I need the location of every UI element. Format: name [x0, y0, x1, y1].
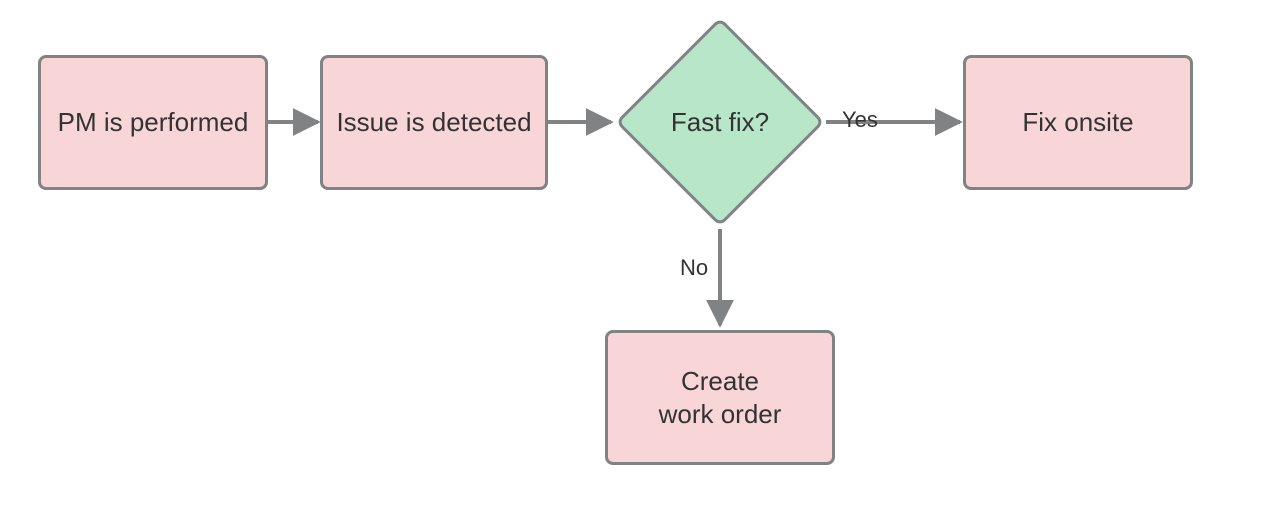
- node-label: Fast fix?: [671, 107, 769, 138]
- node-fix-onsite: Fix onsite: [963, 55, 1193, 190]
- node-create-work-order: Create work order: [605, 330, 835, 465]
- node-label: PM is performed: [58, 106, 249, 139]
- node-label: Issue is detected: [336, 106, 531, 139]
- node-label: Fix onsite: [1022, 106, 1133, 139]
- node-pm-performed: PM is performed: [38, 55, 268, 190]
- node-issue-detected: Issue is detected: [320, 55, 548, 190]
- edge-label-no: No: [680, 255, 708, 281]
- node-decision-fast-fix: Fast fix?: [614, 16, 826, 228]
- flowchart-canvas: PM is performed Issue is detected Fast f…: [0, 0, 1281, 508]
- node-label: Create work order: [659, 365, 782, 430]
- edge-label-yes: Yes: [842, 107, 878, 133]
